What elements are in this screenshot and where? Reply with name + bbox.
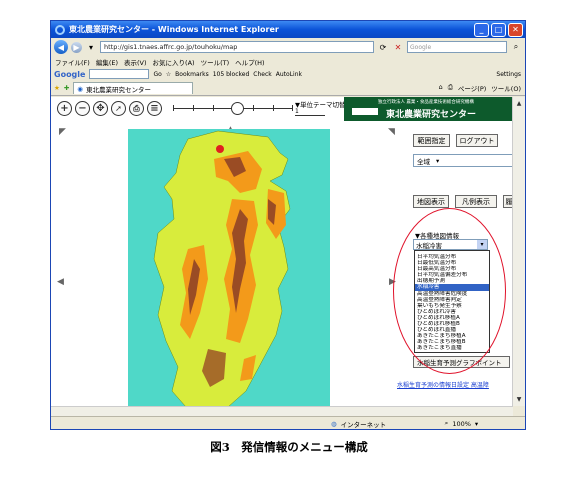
range-select-button[interactable]: 範囲指定 [413,134,450,147]
add-favorite-icon[interactable]: ✚ [64,84,69,92]
zoom-slider-knob[interactable] [231,102,244,115]
settings-button[interactable]: Settings [496,71,525,78]
security-zone: インターネット [340,420,387,429]
pan-icon[interactable]: ✥ [93,101,108,116]
pointer-icon[interactable]: ➚ [111,101,126,116]
autolink-button[interactable]: AutoLink [276,71,302,78]
figure-caption: 図3 発信情報のメニュー構成 [210,440,368,454]
google-go-button[interactable]: Go [153,71,161,78]
back-icon[interactable]: ◀ [54,40,68,54]
scroll-up-icon[interactable]: ▲ [513,97,525,110]
scroll-down-icon[interactable]: ▼ [513,393,525,406]
menu-tools[interactable]: ツール(T) [201,57,230,67]
menu-view[interactable]: 表示(V) [124,57,147,67]
tab-current[interactable]: ◉ 東北農業研究センター [73,82,194,94]
zoom-in-icon[interactable]: + [57,101,72,116]
menu-help[interactable]: ヘルプ(H) [235,57,264,67]
home-icon[interactable]: ⌂ [439,83,443,93]
pan-northeast-icon[interactable]: ◥ [388,127,395,137]
layer-icon[interactable]: ≡ [147,101,162,116]
map-display-button[interactable]: 地図表示 [413,195,449,208]
logout-button[interactable]: ログアウト [456,134,498,147]
ie-icon [55,24,65,35]
close-button[interactable]: ✕ [508,22,523,37]
forecast-date-setting-link[interactable]: 水稲生育予測の情報日設定 高温障 [397,380,489,389]
bookmarks-button[interactable]: Bookmarks [175,71,209,78]
tab-bar: ★ ✚ ◉ 東北農業研究センター ⌂ ⎙ ページ(P) ツール(O) [51,81,525,96]
minimize-button[interactable]: _ [474,22,489,37]
zoom-slider[interactable] [173,102,293,115]
org-banner: 独立行政法人 農業・食品産業技術総合研究機構 東北農業研究センター [344,97,512,121]
forward-icon[interactable]: ▶ [71,41,82,53]
zoom-level[interactable]: 100% [452,420,471,428]
print-map-icon[interactable]: ⎙ [129,101,144,116]
menu-favorites[interactable]: お気に入り(A) [153,57,195,67]
globe-icon: ◍ [331,419,337,428]
search-input[interactable]: Google [407,41,507,53]
print-icon[interactable]: ⎙ [448,83,453,93]
banner-subtitle: 独立行政法人 農業・食品産業技術総合研究機構 [378,100,474,105]
vertical-scrollbar[interactable]: ▲ ▼ [512,97,525,406]
pan-northwest-icon[interactable]: ◤ [59,127,66,137]
tab-label: 東北農業研究センター [85,85,151,94]
magnifier-icon[interactable]: ⌕ [445,419,449,428]
stop-icon[interactable]: ✕ [392,41,404,53]
region-select-value: 全域 [417,157,430,166]
dropdown-arrow-icon[interactable]: ▾ [85,41,97,53]
star-icon[interactable]: ☆ [166,71,171,78]
map-image[interactable] [128,129,330,406]
search-icon[interactable]: ⌕ [510,41,522,53]
popup-blocked-count[interactable]: 105 blocked [213,71,250,78]
favorites-star-icon[interactable]: ★ [54,84,60,92]
status-bar: ◍ インターネット ⌕ 100% ▾ [51,416,525,429]
legend-display-button[interactable]: 凡例表示 [455,195,497,208]
menu-bar: ファイル(F) 編集(E) 表示(V) お気に入り(A) ツール(T) ヘルプ(… [51,56,525,67]
address-bar-row: ◀ ▶ ▾ http://gis1.tnaes.affrc.go.jp/touh… [51,38,525,56]
window-title: 東北農業研究センター - Windows Internet Explorer [69,25,279,34]
map-graphic [153,130,291,406]
google-logo: Google [54,69,86,79]
highlight-oval [393,208,506,374]
menu-file[interactable]: ファイル(F) [55,57,90,67]
maximize-button[interactable]: □ [491,22,506,37]
check-button[interactable]: Check [253,71,271,78]
tools-menu[interactable]: ツール(O) [491,83,521,93]
page-menu[interactable]: ページ(P) [458,83,486,93]
chevron-down-icon[interactable]: ▾ [475,420,478,428]
org-logo [352,108,378,115]
url-field[interactable]: http://gis1.tnaes.affrc.go.jp/touhoku/ma… [100,41,374,53]
page-icon: ◉ [77,84,83,93]
menu-edit[interactable]: 編集(E) [96,57,118,67]
chevron-down-icon: ▾ [436,156,440,165]
title-bar: 東北農業研究センター - Windows Internet Explorer _… [51,21,525,38]
pan-west-icon[interactable]: ◀ [57,277,64,287]
zoom-out-icon[interactable]: − [75,101,90,116]
region-select[interactable]: 全域 ▾ [413,154,513,167]
refresh-icon[interactable]: ⟳ [377,41,389,53]
theme-select[interactable]: 1 [295,108,325,116]
banner-name: 東北農業研究センター [386,110,477,120]
horizontal-scrollbar[interactable] [51,406,513,416]
google-toolbar: Google Go ☆ Bookmarks 105 blocked Check … [51,67,525,81]
google-search-input[interactable] [89,69,150,79]
